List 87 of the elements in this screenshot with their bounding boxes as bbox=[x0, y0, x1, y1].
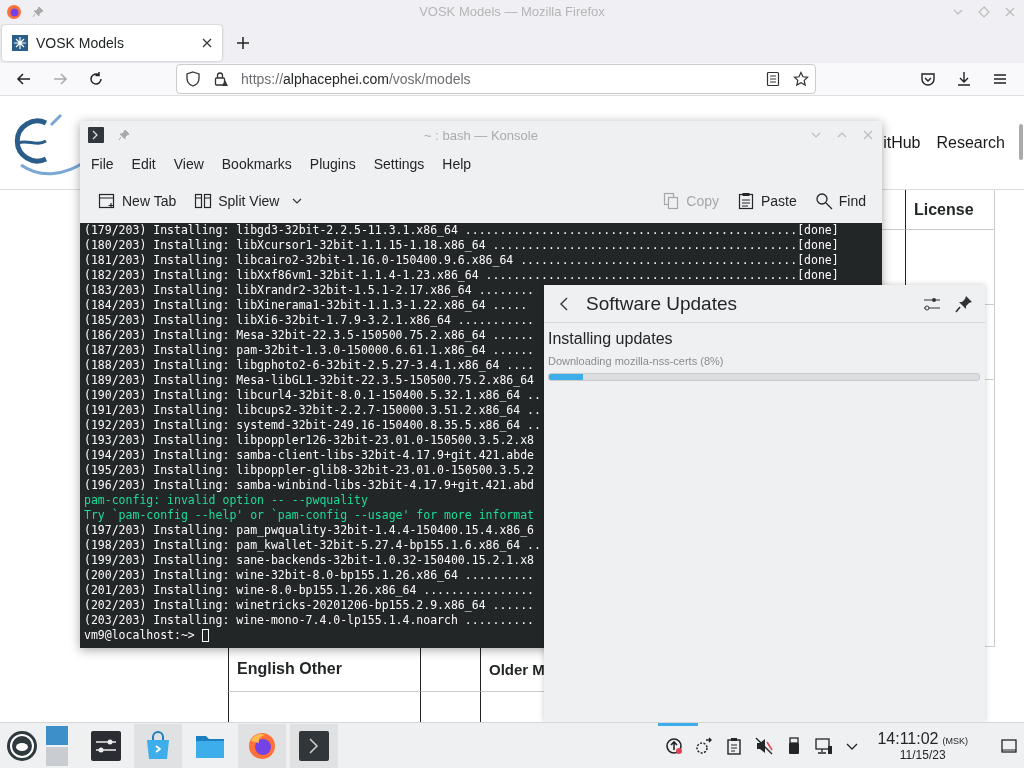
close-icon[interactable] bbox=[202, 38, 212, 49]
terminal-line: (192/203) Installing: systemd-32bit-249.16-150400.8.35.5.x86_64 .. bbox=[84, 418, 541, 433]
active-indicator bbox=[658, 723, 698, 726]
tab-label: VOSK Models bbox=[36, 35, 125, 52]
nav-link[interactable]: Research bbox=[936, 133, 1005, 152]
terminal-line: (195/203) Installing: libpoppler-glib8-32bit-23.01.0-150500.3.5.2 bbox=[84, 463, 535, 478]
terminal-line: (201/203) Installing: wine-8.0-bp155.1.26.x86_64 ................ bbox=[84, 583, 535, 598]
menu-item[interactable]: Bookmarks bbox=[212, 156, 301, 172]
menu-item[interactable]: Help bbox=[433, 156, 481, 172]
terminal-line: (200/203) Installing: wine-32bit-8.0-bp155.1.26.x86_64 .......... bbox=[84, 568, 535, 583]
terminal-line: (191/203) Installing: libcups2-32bit-2.2.7-150000.3.51.2.x86_64 .. bbox=[84, 403, 541, 418]
browser-task-button[interactable] bbox=[238, 723, 286, 768]
text-cursor bbox=[201, 629, 209, 642]
network-sharing-icon[interactable] bbox=[695, 736, 714, 755]
clipboard-icon[interactable] bbox=[725, 736, 744, 755]
terminal-line: (179/203) Installing: libgd3-32bit-2.2.5-11.3.1.x86_64 ................................................[done] bbox=[84, 223, 839, 238]
terminal-line: (185/203) Installing: libXi6-32bit-1.7.9-3.2.1.x86_64 ........... bbox=[84, 313, 535, 328]
terminal-line: (190/203) Installing: libcurl4-32bit-8.0.1-150400.5.32.1.x86_64 .. bbox=[84, 388, 541, 403]
address-bar[interactable]: https://alphacephei.com/vosk/models bbox=[176, 63, 816, 94]
pocket-icon[interactable] bbox=[920, 70, 936, 87]
copy-icon bbox=[662, 192, 681, 210]
terminal-line: Try `pam-config --help' or `pam-config --usage' for more informat bbox=[84, 508, 535, 523]
table-header: License bbox=[905, 190, 995, 230]
search-icon bbox=[814, 192, 833, 210]
shell-prompt: vm9@localhost:~> bbox=[84, 628, 195, 643]
reload-icon[interactable] bbox=[88, 70, 104, 87]
download-icon[interactable] bbox=[956, 70, 972, 87]
terminal-line: (202/203) Installing: winetricks-20201206-bp155.2.9.x86_64 ...... bbox=[84, 598, 535, 613]
muted-speaker-icon[interactable] bbox=[755, 736, 774, 755]
terminal-task-button[interactable] bbox=[290, 723, 338, 768]
browser-tab[interactable]: VOSK Models bbox=[2, 25, 222, 62]
new-tab-icon bbox=[98, 192, 116, 210]
lock-icon bbox=[213, 70, 229, 87]
menu-item[interactable]: Plugins bbox=[300, 156, 365, 172]
terminal-line: (197/203) Installing: pam_pwquality-32bit-1.4.4-150400.15.4.x86_6 bbox=[84, 523, 535, 538]
pager-icon[interactable] bbox=[46, 725, 68, 766]
update-icon[interactable] bbox=[665, 736, 684, 755]
menu-item[interactable]: File bbox=[82, 156, 123, 172]
menu-item[interactable]: Settings bbox=[364, 156, 434, 172]
reader-view-icon[interactable] bbox=[765, 70, 781, 87]
clock[interactable]: 14:11:02 (MSK) 11/15/23 bbox=[877, 730, 968, 761]
terminal-line: pam-config: invalid option -- --pwquality bbox=[84, 493, 368, 508]
shield-icon bbox=[185, 70, 201, 87]
panel-title: Software Updates bbox=[586, 292, 739, 315]
url-text: https://alphacephei.com/vosk/models bbox=[241, 70, 472, 87]
terminal-line: (187/203) Installing: pam-32bit-1.3.0-150000.6.61.1.x86_64 ...... bbox=[84, 343, 535, 358]
terminal-line: (182/203) Installing: libXxf86vm1-32bit-1.1.4-1.23.x86_64 .............................................[done] bbox=[84, 268, 839, 283]
menu-item[interactable]: Edit bbox=[122, 156, 165, 172]
show-desktop-icon[interactable] bbox=[1000, 736, 1018, 755]
nav-link[interactable]: itHub bbox=[883, 133, 921, 152]
sliders-icon bbox=[91, 730, 121, 761]
firefox-icon bbox=[247, 730, 277, 761]
split-view-icon bbox=[194, 192, 213, 210]
status-text: Downloading mozilla-nss-certs (8%) bbox=[548, 355, 725, 367]
paste-button[interactable]: Paste bbox=[728, 188, 805, 214]
terminal-line: (181/203) Installing: libcairo2-32bit-1.16.0-150400.9.6.x86_64 ........................................[done] bbox=[84, 253, 839, 268]
menu-item[interactable]: View bbox=[164, 156, 213, 172]
terminal-line: (180/203) Installing: libXcursor1-32bit-1.1.15-1.18.x86_64 ............................................[done] bbox=[84, 238, 839, 253]
terminal-line: (186/203) Installing: Mesa-32bit-22.3.5-150500.75.2.x86_64 ...... bbox=[84, 328, 535, 343]
terminal-line: (198/203) Installing: pam_kwallet-32bit-5.27.4-bp155.1.6.x86_64 .. bbox=[84, 538, 541, 553]
terminal-line: (189/203) Installing: Mesa-libGL1-32bit-22.3.5-150500.75.2.x86_64 bbox=[84, 373, 535, 388]
terminal-line: (188/203) Installing: libgphoto2-6-32bit-2.5.27-3.4.1.x86_64 .... bbox=[84, 358, 535, 373]
network-icon[interactable] bbox=[815, 736, 834, 755]
firefox-icon bbox=[6, 3, 22, 20]
terminal-line: (203/203) Installing: wine-mono-7.4.0-lp155.1.4.noarch .......... bbox=[84, 613, 535, 628]
status-heading: Installing updates bbox=[548, 330, 674, 348]
back-icon[interactable] bbox=[16, 70, 32, 87]
terminal-icon bbox=[299, 730, 329, 761]
new-tab-button[interactable]: New Tab bbox=[90, 188, 185, 214]
window-title: VOSK Models — Mozilla Firefox bbox=[419, 4, 605, 20]
window-title: ~ : bash — Konsole bbox=[424, 127, 538, 143]
terminal-line: (196/203) Installing: samba-winbind-libs-32bit-4.17.9+git.421.abd bbox=[84, 478, 535, 493]
terminal-line: (183/203) Installing: libXrandr2-32bit-1.5.1-2.17.x86_64 ........ bbox=[84, 283, 535, 298]
terminal-icon bbox=[88, 127, 104, 143]
find-button[interactable]: Find bbox=[806, 188, 874, 214]
clipboard-icon bbox=[736, 192, 755, 210]
terminal-line: (194/203) Installing: samba-client-libs-32bit-4.17.9+git.421.abde bbox=[84, 448, 535, 463]
launcher-icon[interactable] bbox=[6, 729, 38, 762]
pin-icon[interactable] bbox=[955, 294, 973, 313]
split-button[interactable]: Split View bbox=[186, 188, 288, 214]
terminal-line: (193/203) Installing: libpoppler126-32bit-23.01.0-150500.3.5.2.x8 bbox=[84, 433, 535, 448]
new-tab-icon[interactable] bbox=[236, 36, 250, 51]
scrollbar[interactable] bbox=[1019, 124, 1023, 160]
terminal-line: (184/203) Installing: libXinerama1-32bit-1.1.3-1.22.x86_64 ..... bbox=[84, 298, 528, 313]
favicon-icon bbox=[12, 35, 28, 52]
star-icon[interactable] bbox=[793, 70, 809, 87]
terminal-line: (199/203) Installing: sane-backends-32bit-1.0.32-150400.15.2.1.x8 bbox=[84, 553, 535, 568]
